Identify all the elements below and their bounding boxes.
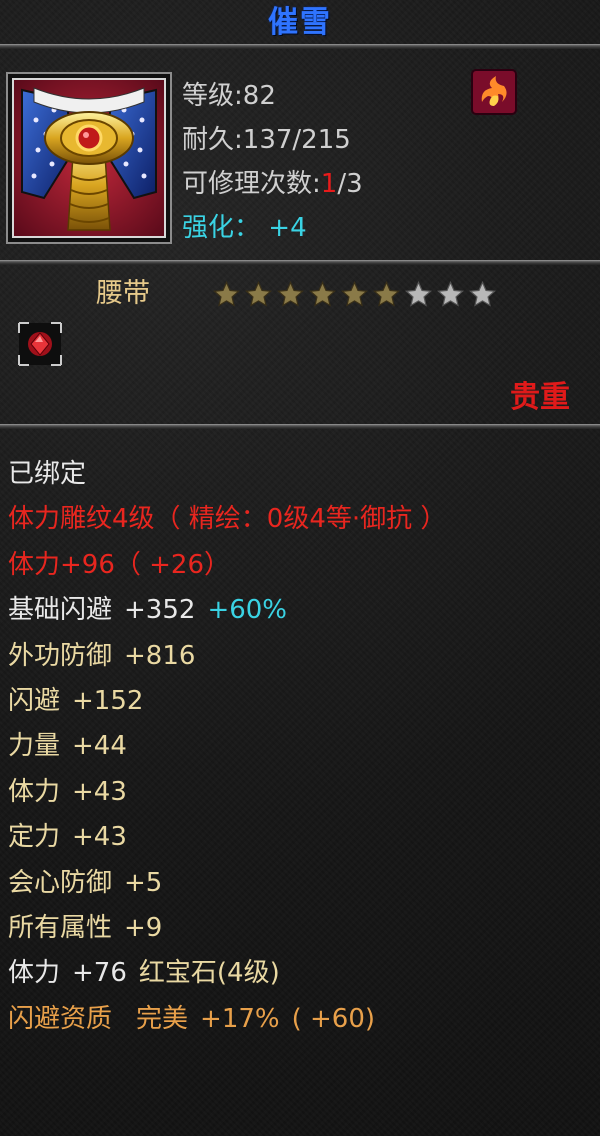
star-icon	[372, 280, 401, 307]
attribute-list: 已绑定 体力雕纹4级（ 精绘：0级4等·御抗 ） 体力+96（ +26） 基础闪…	[8, 452, 592, 1042]
gem-value: +76	[72, 958, 127, 989]
vitality-line: 体力 +43	[8, 770, 592, 815]
base-dodge-value: +352	[124, 595, 196, 626]
star-icon	[404, 280, 433, 307]
all-attributes-label: 所有属性	[8, 913, 113, 944]
gem-label: 体力	[8, 958, 61, 989]
belt-icon	[12, 78, 166, 238]
item-tooltip: 催雪 等级:82 耐久:137/215 可修理次数:1/3 强化： +4 腰带 …	[0, 0, 600, 1136]
ext-defense-line: 外功防御 +816	[8, 634, 592, 679]
dodge-value: +152	[72, 686, 144, 717]
crit-defense-value: +5	[124, 867, 163, 898]
repair-used: 1	[320, 169, 338, 199]
rarity-label: 贵重	[510, 380, 570, 415]
aptitude-bonus: ( +60)	[291, 1003, 376, 1034]
star-icon	[244, 280, 273, 307]
divider-upper	[0, 260, 600, 265]
star-rating	[212, 280, 497, 312]
dodge-line: 闪避 +152	[8, 679, 592, 724]
star-icon	[212, 280, 241, 307]
vitality-main-line: 体力+96（ +26）	[8, 549, 231, 580]
base-dodge-pct: +60%	[207, 595, 288, 626]
power-line: 力量 +44	[8, 724, 592, 769]
focus-label: 定力	[8, 822, 61, 853]
durability-line: 耐久:137/215	[182, 125, 351, 155]
ruby-gem-icon[interactable]	[18, 322, 62, 366]
aptitude-value: +17%	[200, 1003, 280, 1034]
crit-defense-label: 会心防御	[8, 867, 113, 898]
item-title: 催雪	[268, 5, 332, 40]
aptitude-label: 闪避资质	[8, 1003, 113, 1034]
gem-line: 体力 +76 红宝石(4级)	[8, 951, 592, 996]
all-attributes-value: +9	[124, 913, 163, 944]
enhance-line: 强化： +4	[182, 213, 307, 243]
level-value: 82	[242, 81, 276, 111]
ext-defense-label: 外功防御	[8, 640, 113, 671]
repair-label: 可修理次数	[182, 169, 313, 199]
gem-name: 红宝石(4级)	[138, 958, 280, 989]
aptitude-line: 闪避资质 完美 +17% ( +60)	[8, 997, 592, 1042]
star-icon	[276, 280, 305, 307]
bound-status: 已绑定	[8, 459, 87, 489]
durability-label: 耐久	[182, 125, 235, 155]
repair-total: /3	[337, 169, 363, 199]
power-label: 力量	[8, 731, 61, 762]
focus-line: 定力 +43	[8, 815, 592, 860]
base-dodge-label: 基础闪避	[8, 595, 113, 626]
item-stats: 等级:82 耐久:137/215 可修理次数:1/3 强化： +4	[182, 74, 363, 250]
enhance-value: +4	[268, 213, 307, 243]
power-value: +44	[72, 731, 127, 762]
all-attributes-line: 所有属性 +9	[8, 906, 592, 951]
level-line: 等级:82	[182, 81, 276, 111]
divider-lower	[0, 424, 600, 429]
repair-line: 可修理次数:1/3	[182, 169, 363, 199]
vitality-value: +43	[72, 776, 127, 807]
star-icon	[436, 280, 465, 307]
vitality-label: 体力	[8, 776, 61, 807]
star-icon	[308, 280, 337, 307]
dodge-label: 闪避	[8, 686, 61, 717]
focus-value: +43	[72, 822, 127, 853]
item-type-label: 腰带	[96, 278, 150, 309]
crit-defense-line: 会心防御 +5	[8, 861, 592, 906]
durability-value: 137/215	[242, 125, 351, 155]
item-icon-frame[interactable]	[6, 72, 172, 244]
divider-top	[0, 44, 600, 49]
enhance-label: 强化	[182, 213, 235, 243]
level-label: 等级	[182, 81, 235, 111]
flame-swirl-icon[interactable]	[470, 68, 518, 116]
engrave-line: 体力雕纹4级（ 精绘：0级4等·御抗 ）	[8, 504, 447, 535]
ext-defense-value: +816	[124, 640, 196, 671]
aptitude-grade: 完美	[136, 1003, 189, 1034]
base-dodge-line: 基础闪避 +352 +60%	[8, 588, 592, 633]
star-icon	[468, 280, 497, 307]
star-icon	[340, 280, 369, 307]
